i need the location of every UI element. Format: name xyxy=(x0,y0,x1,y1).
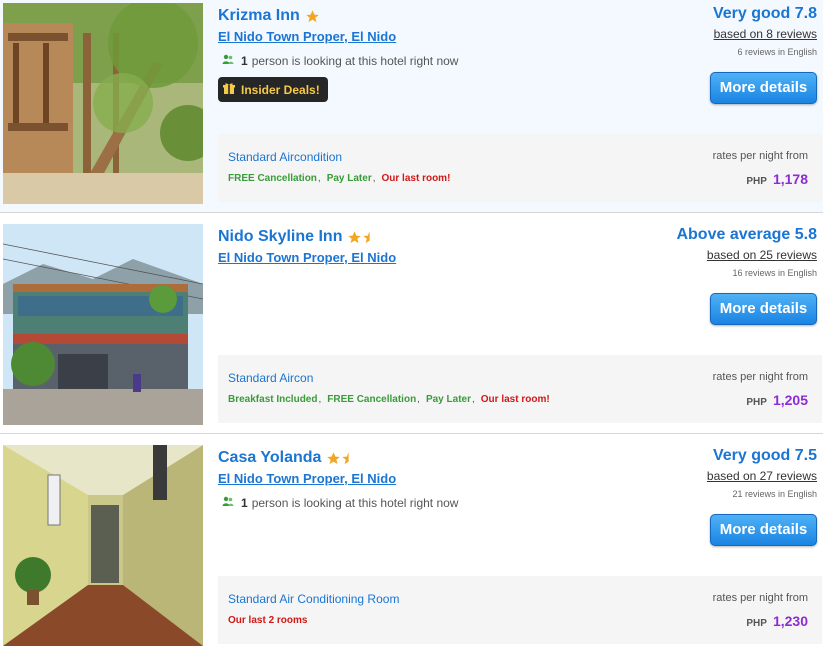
viewer-text: person is looking at this hotel right no… xyxy=(251,495,459,510)
rates-label: rates per night from xyxy=(712,150,808,162)
star-icon xyxy=(347,230,362,245)
people-icon xyxy=(222,495,234,510)
rates-label: rates per night from xyxy=(712,592,808,604)
viewer-count: 1 xyxy=(241,495,248,510)
half-star-icon xyxy=(362,230,371,245)
room-offer: Standard Aircondition FREE Cancellation,… xyxy=(218,134,822,202)
viewer-notice: 1 person is looking at this hotel right … xyxy=(222,53,458,68)
review-score: Very good 7.8 xyxy=(712,5,817,22)
room-name[interactable]: Standard Air Conditioning Room xyxy=(228,592,399,606)
feature-pay-later: Pay Later xyxy=(326,173,372,184)
location-link[interactable]: El Nido Town Proper, El Nido xyxy=(218,250,396,265)
review-score: Very good 7.5 xyxy=(712,447,817,464)
currency: PHP xyxy=(746,176,767,187)
half-star-icon xyxy=(341,451,350,466)
hotel-card: Nido Skyline Inn El Nido Town Proper, El… xyxy=(0,221,823,434)
viewer-count: 1 xyxy=(241,53,248,68)
viewer-notice: 1 person is looking at this hotel right … xyxy=(222,495,458,510)
reviews-link[interactable]: based on 27 reviews xyxy=(707,469,817,483)
star-rating xyxy=(305,9,320,24)
hotel-name[interactable]: Casa Yolanda xyxy=(218,449,321,467)
hotel-photo[interactable] xyxy=(3,224,203,425)
star-icon xyxy=(326,451,341,466)
price-amount: 1,178 xyxy=(772,171,808,187)
deal-label: Insider Deals! xyxy=(241,82,320,97)
rates-label: rates per night from xyxy=(712,371,808,383)
location-link[interactable]: El Nido Town Proper, El Nido xyxy=(218,471,396,486)
price[interactable]: PHP 1,205 xyxy=(746,392,808,408)
hotel-card: Krizma Inn El Nido Town Proper, El Nido … xyxy=(0,0,823,213)
review-score: Above average 5.8 xyxy=(676,226,817,243)
insider-deals-badge[interactable]: Insider Deals! xyxy=(218,77,328,102)
feature-last-room: Our last room! xyxy=(381,173,451,184)
reviews-link[interactable]: based on 25 reviews xyxy=(707,248,817,262)
feature-pay-later: Pay Later xyxy=(425,394,471,405)
english-reviews: 21 reviews in English xyxy=(732,489,817,499)
star-icon xyxy=(305,9,320,24)
room-features: Breakfast Included, FREE Cancellation, P… xyxy=(228,394,550,405)
price[interactable]: PHP 1,230 xyxy=(746,613,808,629)
star-rating xyxy=(326,451,350,466)
currency: PHP xyxy=(746,618,767,629)
feature-free-cancellation: FREE Cancellation xyxy=(228,173,317,184)
price-amount: 1,205 xyxy=(772,392,808,408)
room-offer: Standard Air Conditioning Room Our last … xyxy=(218,576,822,644)
english-reviews: 16 reviews in English xyxy=(732,268,817,278)
hotel-name[interactable]: Krizma Inn xyxy=(218,7,300,25)
gift-icon xyxy=(223,82,241,98)
feature-breakfast: Breakfast Included xyxy=(228,394,318,405)
price[interactable]: PHP 1,178 xyxy=(746,171,808,187)
hotel-photo[interactable] xyxy=(3,445,203,646)
hotel-card: Casa Yolanda El Nido Town Proper, El Nid… xyxy=(0,442,823,655)
star-rating xyxy=(347,230,371,245)
hotel-name[interactable]: Nido Skyline Inn xyxy=(218,228,342,246)
people-icon xyxy=(222,53,234,68)
room-name[interactable]: Standard Aircondition xyxy=(228,150,342,164)
feature-last-room: Our last room! xyxy=(480,394,550,405)
reviews-link[interactable]: based on 8 reviews xyxy=(714,27,817,41)
price-amount: 1,230 xyxy=(772,613,808,629)
more-details-button[interactable]: More details xyxy=(710,72,817,104)
feature-last-rooms: Our last 2 rooms xyxy=(228,615,308,626)
more-details-button[interactable]: More details xyxy=(710,293,817,325)
room-features: Our last 2 rooms xyxy=(228,615,307,626)
english-reviews: 6 reviews in English xyxy=(737,47,817,57)
room-offer: Standard Aircon Breakfast Included, FREE… xyxy=(218,355,822,423)
room-features: FREE Cancellation, Pay Later, Our last r… xyxy=(228,173,451,184)
more-details-button[interactable]: More details xyxy=(710,514,817,546)
hotel-photo[interactable] xyxy=(3,3,203,204)
room-name[interactable]: Standard Aircon xyxy=(228,371,313,385)
feature-free-cancellation: FREE Cancellation xyxy=(327,394,417,405)
currency: PHP xyxy=(746,397,767,408)
viewer-text: person is looking at this hotel right no… xyxy=(251,53,459,68)
location-link[interactable]: El Nido Town Proper, El Nido xyxy=(218,29,396,44)
